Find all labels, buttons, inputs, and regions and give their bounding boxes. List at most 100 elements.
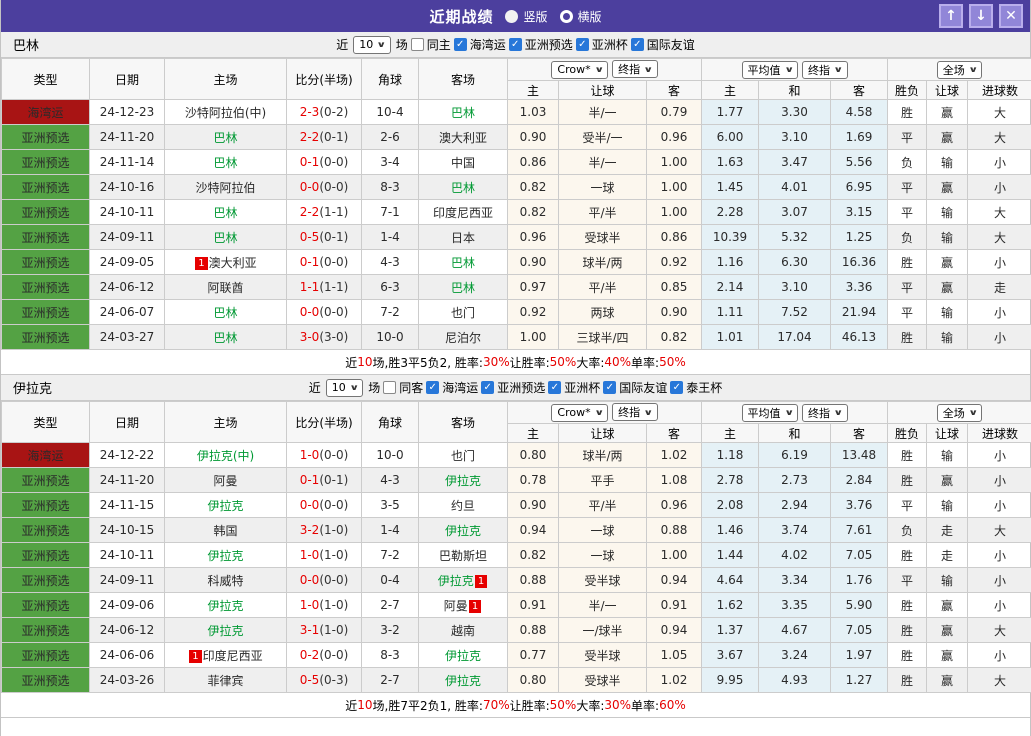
column-header-home: 主场 [165,402,287,443]
home-team-cell: 阿曼 [165,468,287,493]
final-europe-select[interactable]: 终指∨ [802,404,848,422]
league-label: 亚洲杯 [564,379,600,396]
summary-text: 50% [659,355,686,369]
match-result-cell: 胜 [888,543,927,568]
match-result-cell: 胜 [888,325,927,350]
match-type-cell: 海湾运 [2,100,90,125]
score-cell: 2-2(1-1) [287,200,362,225]
bookmaker-select[interactable]: Crow*∨ [551,61,608,79]
league-checkbox[interactable]: ✓ [426,381,439,394]
away-team-cell: 伊拉克 [419,643,508,668]
league-checkbox[interactable]: ✓ [631,38,644,51]
score-cell: 0-0(0-0) [287,175,362,200]
league-checkbox[interactable]: ✓ [509,38,522,51]
goals-result-cell: 大 [968,668,1031,693]
handicap-result-cell: 走 [927,543,968,568]
goals-result-cell: 小 [968,568,1031,593]
fulltime-select[interactable]: 全场∨ [937,404,983,422]
score-cell: 0-1(0-1) [287,468,362,493]
summary-text: 60% [659,698,686,712]
average-odds-select[interactable]: 平均值∨ [742,61,799,79]
summary-text: 50% [550,355,577,369]
match-count-select[interactable]: 10∨ [353,36,391,54]
red-card-badge: 1 [469,600,481,613]
bookmaker-select[interactable]: Crow*∨ [551,404,608,422]
match-result-cell: 胜 [888,643,927,668]
handicap-result-cell: 输 [927,493,968,518]
handicap-away-odds-cell: 0.92 [647,250,702,275]
team-name-text: 伊拉克 [445,474,481,488]
handicap-away-odds-cell: 0.94 [647,618,702,643]
handicap-line-cell: 两球 [559,300,647,325]
handicap-away-odds-cell: 0.85 [647,275,702,300]
away-team-cell: 越南 [419,618,508,643]
league-checkbox[interactable]: ✓ [481,381,494,394]
match-type-cell: 亚洲预选 [2,643,90,668]
match-type-cell: 亚洲预选 [2,493,90,518]
match-row: 亚洲预选24-06-12阿联酋1-1(1-1)6-3巴林0.97平/半0.852… [2,275,1031,300]
same-venue-checkbox[interactable] [383,381,396,394]
match-row: 亚洲预选24-10-11巴林2-2(1-1)7-1印度尼西亚0.82平/半1.0… [2,200,1031,225]
handicap-home-odds-cell: 0.88 [508,618,559,643]
final-europe-select-value: 终指 [808,405,830,421]
final-europe-select[interactable]: 终指∨ [802,61,848,79]
same-venue-checkbox[interactable] [411,38,424,51]
summary-text: 30% [483,355,510,369]
match-count-select-value: 10 [359,38,373,51]
league-checkbox[interactable]: ✓ [670,381,683,394]
close-button[interactable]: ✕ [999,4,1023,28]
team-name-text: 韩国 [213,524,237,538]
home-team-cell: 韩国 [165,518,287,543]
match-type-cell: 亚洲预选 [2,568,90,593]
handicap-away-odds-cell: 0.96 [647,125,702,150]
europe-away-odds-cell: 1.69 [831,125,888,150]
team-name-text: 伊拉克 [207,624,243,638]
handicap-home-odds-cell: 0.97 [508,275,559,300]
fulltime-select[interactable]: 全场∨ [937,61,983,79]
column-header-away: 客场 [419,402,508,443]
results-table-away-team: 类型日期主场比分(半场)角球客场Crow*∨终指∨平均值∨终指∨全场∨主让球客主… [1,401,1031,693]
team-name-text: 伊拉克 [445,524,481,538]
final-odds-select[interactable]: 终指∨ [612,403,658,421]
final-odds-select-value: 终指 [618,404,640,420]
league-checkbox[interactable]: ✓ [576,38,589,51]
date-cell: 24-03-27 [90,325,165,350]
europe-away-odds-cell: 5.90 [831,593,888,618]
fulltime-score: 3-0 [300,330,320,344]
league-label: 国际友谊 [647,36,695,53]
home-team-cell: 1印度尼西亚 [165,643,287,668]
handicap-line-cell: 一/球半 [559,618,647,643]
horizontal-layout-radio[interactable]: 横版 [560,8,602,25]
league-checkbox[interactable]: ✓ [454,38,467,51]
goals-result-cell: 小 [968,300,1031,325]
summary-text: 大率: [576,697,604,714]
corner-cell: 7-2 [362,543,419,568]
europe-away-odds-cell: 46.13 [831,325,888,350]
league-checkbox[interactable]: ✓ [548,381,561,394]
near-label: 近 [336,36,348,53]
scroll-down-button[interactable]: ↓ [969,4,993,28]
league-checkbox[interactable]: ✓ [603,381,616,394]
match-count-select[interactable]: 10∨ [326,379,364,397]
average-odds-select-value: 平均值 [748,405,781,421]
column-header-score: 比分(半场) [287,59,362,100]
handicap-away-odds-cell: 1.00 [647,150,702,175]
match-type-cell: 亚洲预选 [2,125,90,150]
scroll-up-button[interactable]: ↑ [939,4,963,28]
match-result-cell: 胜 [888,100,927,125]
handicap-away-odds-cell: 1.00 [647,175,702,200]
average-odds-select[interactable]: 平均值∨ [742,404,799,422]
match-result-cell: 负 [888,225,927,250]
vertical-layout-radio[interactable]: 竖版 [505,8,547,25]
team-name-text: 巴林 [451,106,475,120]
match-result-cell: 负 [888,150,927,175]
match-type-cell: 亚洲预选 [2,275,90,300]
handicap-line-cell: 受半球 [559,643,647,668]
match-result-cell: 胜 [888,468,927,493]
team-name-text: 尼泊尔 [445,331,481,345]
europe-home-odds-cell: 6.00 [702,125,759,150]
match-row: 亚洲预选24-09-11科威特0-0(0-0)0-4伊拉克10.88受半球0.9… [2,568,1031,593]
sub-column-header: 进球数 [968,424,1031,443]
away-team-cell: 巴林 [419,250,508,275]
final-odds-select[interactable]: 终指∨ [612,60,658,78]
